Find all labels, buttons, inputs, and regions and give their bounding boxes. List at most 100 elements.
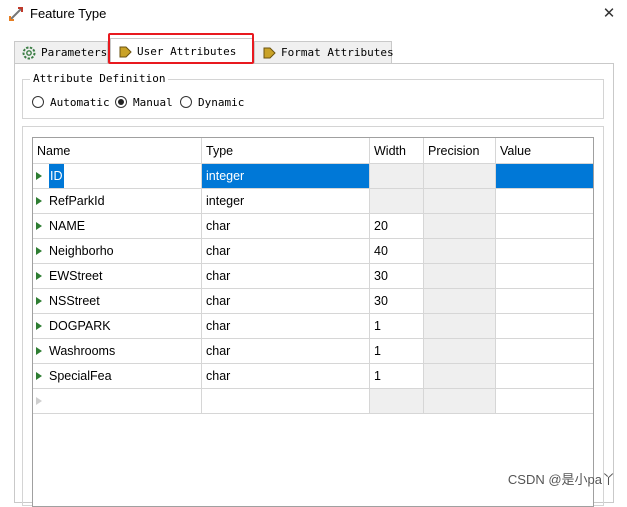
table-row[interactable]: DOGPARK char 1 [33, 314, 593, 339]
width-cell[interactable] [370, 189, 424, 214]
type-cell[interactable]: char [202, 314, 370, 339]
column-header-width[interactable]: Width [370, 138, 424, 164]
type-cell[interactable]: char [202, 214, 370, 239]
width-cell[interactable]: 30 [370, 264, 424, 289]
table-row[interactable]: EWStreet char 30 [33, 264, 593, 289]
row-marker-icon [36, 297, 42, 305]
name-value: NAME [49, 219, 86, 233]
table-row[interactable]: RefParkId integer [33, 189, 593, 214]
watermark: CSDN @是小pa丫 [507, 472, 615, 487]
arrow-right-icon [117, 44, 133, 60]
precision-cell[interactable] [424, 364, 496, 389]
name-value: NSStreet [49, 294, 100, 308]
name-cell[interactable]: NAME [33, 214, 202, 239]
feature-type-icon [8, 6, 24, 22]
type-cell[interactable]: integer [202, 164, 370, 189]
name-value: Neighborho [49, 244, 114, 258]
attributes-table[interactable]: Name Type Width Precision Value ID integ… [32, 137, 594, 507]
precision-cell[interactable] [424, 289, 496, 314]
precision-cell[interactable] [424, 264, 496, 289]
new-attribute-row[interactable] [33, 389, 593, 414]
type-cell[interactable] [202, 389, 370, 414]
name-cell[interactable] [33, 389, 202, 414]
table-row[interactable]: NSStreet char 30 [33, 289, 593, 314]
name-cell[interactable]: SpecialFea [33, 364, 202, 389]
value-cell[interactable] [496, 214, 593, 239]
row-marker-icon [36, 222, 42, 230]
precision-cell[interactable] [424, 189, 496, 214]
radio-button-selected[interactable] [115, 96, 127, 108]
table-row[interactable]: NAME char 20 [33, 214, 593, 239]
type-cell[interactable]: char [202, 239, 370, 264]
tab-parameters[interactable]: Parameters [14, 41, 108, 63]
window-title: Feature Type [30, 6, 107, 21]
precision-cell[interactable] [424, 164, 496, 189]
value-cell[interactable] [496, 264, 593, 289]
precision-cell[interactable] [424, 339, 496, 364]
value-cell[interactable] [496, 239, 593, 264]
width-cell[interactable]: 20 [370, 214, 424, 239]
gear-icon [21, 45, 37, 61]
table-row[interactable]: ID integer [33, 164, 593, 189]
precision-cell[interactable] [424, 389, 496, 414]
tab-label: User Attributes [137, 45, 237, 58]
value-cell[interactable] [496, 389, 593, 414]
name-value: RefParkId [49, 194, 105, 208]
name-cell[interactable]: DOGPARK [33, 314, 202, 339]
type-cell[interactable]: integer [202, 189, 370, 214]
table-row[interactable]: Neighborho char 40 [33, 239, 593, 264]
tab-user-attributes[interactable]: User Attributes [110, 38, 254, 64]
table-row[interactable]: Washrooms char 1 [33, 339, 593, 364]
tab-label: Format Attributes [281, 46, 394, 59]
type-cell[interactable]: char [202, 339, 370, 364]
radio-button[interactable] [180, 96, 192, 108]
row-marker-icon [36, 197, 42, 205]
width-cell[interactable]: 1 [370, 314, 424, 339]
name-value: DOGPARK [49, 319, 111, 333]
row-marker-icon [36, 247, 42, 255]
value-cell[interactable] [496, 164, 593, 189]
tab-format-attributes[interactable]: Format Attributes [254, 41, 394, 63]
precision-cell[interactable] [424, 314, 496, 339]
value-cell[interactable] [496, 289, 593, 314]
width-cell[interactable]: 1 [370, 364, 424, 389]
group-title: Attribute Definition [30, 72, 169, 85]
radio-label: Manual [133, 96, 173, 109]
precision-cell[interactable] [424, 239, 496, 264]
column-header-precision[interactable]: Precision [424, 138, 496, 164]
column-header-name[interactable]: Name [33, 138, 202, 164]
name-cell[interactable]: ID [33, 164, 202, 189]
width-cell[interactable] [370, 389, 424, 414]
type-cell[interactable]: char [202, 289, 370, 314]
column-header-type[interactable]: Type [202, 138, 370, 164]
width-cell[interactable]: 30 [370, 289, 424, 314]
name-cell[interactable]: EWStreet [33, 264, 202, 289]
width-cell[interactable]: 1 [370, 339, 424, 364]
width-cell[interactable] [370, 164, 424, 189]
name-value: EWStreet [49, 269, 103, 283]
row-marker-icon [36, 172, 42, 180]
type-cell[interactable]: char [202, 364, 370, 389]
width-cell[interactable]: 40 [370, 239, 424, 264]
name-cell[interactable]: Neighborho [33, 239, 202, 264]
radio-label: Dynamic [198, 96, 245, 109]
type-cell[interactable]: char [202, 264, 370, 289]
name-cell[interactable]: Washrooms [33, 339, 202, 364]
title-bar: Feature Type ✕ [0, 0, 627, 30]
name-value[interactable]: ID [49, 164, 64, 188]
precision-cell[interactable] [424, 214, 496, 239]
value-cell[interactable] [496, 339, 593, 364]
radio-button[interactable] [32, 96, 44, 108]
row-marker-icon [36, 322, 42, 330]
value-cell[interactable] [496, 189, 593, 214]
row-marker-icon [36, 272, 42, 280]
row-marker-icon [36, 397, 42, 405]
close-button[interactable]: ✕ [599, 4, 619, 24]
table-row[interactable]: SpecialFea char 1 [33, 364, 593, 389]
value-cell[interactable] [496, 314, 593, 339]
row-marker-icon [36, 372, 42, 380]
name-cell[interactable]: RefParkId [33, 189, 202, 214]
name-cell[interactable]: NSStreet [33, 289, 202, 314]
column-header-value[interactable]: Value [496, 138, 593, 164]
value-cell[interactable] [496, 364, 593, 389]
